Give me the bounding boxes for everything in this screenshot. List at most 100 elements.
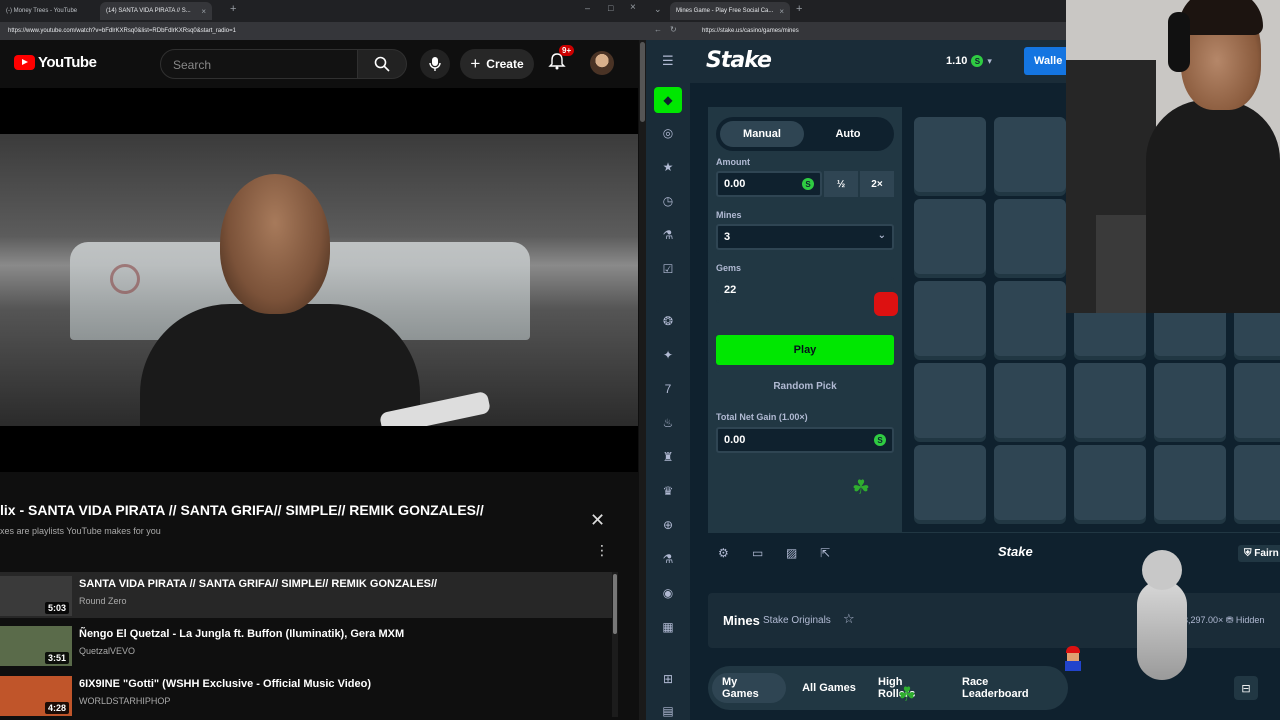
grid-icon[interactable]: ▦ [658,617,678,637]
maximize-icon[interactable]: □ [608,3,613,13]
new-tab-icon[interactable]: + [796,3,802,15]
tab-race-leaderboard[interactable]: Race Leaderboard [952,673,1064,703]
microphone-icon [429,57,441,71]
youtube-logo[interactable]: YouTube [14,54,97,71]
popout-icon[interactable]: ⇱ [820,546,830,560]
mine-tile[interactable] [1234,445,1280,520]
channel-name[interactable]: WORLDSTARHIPHOP [79,696,170,706]
mine-tile[interactable] [914,199,986,274]
chat-icon[interactable]: ⊟ [1234,676,1258,700]
mine-tile[interactable] [914,117,986,192]
playlist-scroll-thumb[interactable] [613,574,617,634]
gift-icon[interactable]: ⊞ [658,669,678,689]
close-tab-icon[interactable]: × [201,7,206,16]
mine-tile[interactable] [1074,445,1146,520]
fairness-button[interactable]: ⛨ Fairn [1238,545,1280,562]
auto-tab[interactable]: Auto [806,121,890,147]
double-button[interactable]: 2× [860,171,894,197]
video-title[interactable]: 6IX9INE "Gotti" (WSHH Exclusive - Offici… [79,678,371,690]
mine-tile[interactable] [914,281,986,356]
amount-input[interactable]: 0.00 S [716,171,822,197]
play-button[interactable]: Play [716,335,894,365]
channel-name[interactable]: Round Zero [79,596,127,606]
crown-icon[interactable]: ♛ [658,481,678,501]
sports-icon[interactable]: ◎ [658,123,678,143]
fire-icon[interactable]: ♨ [658,413,678,433]
document-icon[interactable]: ▤ [658,701,678,720]
search-input[interactable]: Search [160,49,358,79]
video-title[interactable]: SANTA VIDA PIRATA // SANTA GRIFA// SIMPL… [79,578,437,590]
tab-all-games[interactable]: All Games [792,673,866,703]
playlist-item[interactable]: 5:03 SANTA VIDA PIRATA // SANTA GRIFA// … [0,572,612,618]
playlist-item[interactable]: 3:51 Ñengo El Quetzal - La Jungla ft. Bu… [0,622,612,668]
mine-tile[interactable] [994,445,1066,520]
mine-tile[interactable] [914,363,986,438]
net-gain-label: Total Net Gain (1.00×) [716,412,808,422]
video-duration: 4:28 [44,702,69,714]
game-info-card[interactable]: Mines Stake Originals ☆ 3,297.00× ⛃ Hidd… [708,593,1280,648]
roulette-icon[interactable]: ⊕ [658,515,678,535]
half-button[interactable]: ½ [824,171,858,197]
voice-search-button[interactable] [420,49,450,79]
reload-icon[interactable]: ↻ [670,25,677,34]
mine-tile[interactable] [994,199,1066,274]
video-player[interactable] [0,88,638,472]
create-button[interactable]: + Create [460,49,534,79]
stake-logo[interactable]: Stake [706,48,772,73]
favorite-star-icon[interactable]: ☆ [843,611,855,627]
sparkle-icon[interactable]: ✦ [658,345,678,365]
flask-icon[interactable]: ⚗ [658,225,678,245]
close-window-icon[interactable]: × [630,2,636,13]
tab-my-games[interactable]: My Games [712,673,786,703]
mines-select[interactable]: 3 ⌄ [716,224,894,250]
casino-icon[interactable]: ◆ [654,87,682,113]
theatre-mode-icon[interactable]: ▭ [752,546,763,560]
browser-tab-active[interactable]: Mines Game - Play Free Social Ca... × [670,2,790,20]
mine-tile[interactable] [1154,363,1226,438]
channel-name[interactable]: QuetzalVEVO [79,646,135,656]
slots-icon[interactable]: 7 [658,379,678,399]
mine-tile[interactable] [1154,445,1226,520]
url-text[interactable]: https://www.youtube.com/watch?v=bFdlrKXR… [8,25,646,37]
avatar[interactable] [590,51,614,75]
browser-tab[interactable]: (-) Money Trees - YouTube [0,2,98,20]
random-pick-button[interactable]: Random Pick [716,373,894,399]
net-gain-field: 0.00 S [716,427,894,453]
menu-icon[interactable]: ☰ [662,53,674,69]
mine-tile[interactable] [1074,363,1146,438]
page-scrollbar[interactable] [639,40,646,720]
back-icon[interactable]: ← [654,25,662,34]
browser-tab-active[interactable]: (14) SANTA VIDA PIRATA // S... × [100,2,212,20]
mine-tile[interactable] [994,363,1066,438]
close-tab-icon[interactable]: × [779,7,784,16]
mine-tile[interactable] [994,117,1066,192]
video-title[interactable]: Ñengo El Quetzal - La Jungla ft. Buffon … [79,628,404,640]
mine-tile[interactable] [1234,363,1280,438]
stats-icon[interactable]: ▨ [786,546,797,560]
address-bar[interactable]: https://www.youtube.com/watch?v=bFdlrKXR… [0,22,646,40]
manual-tab[interactable]: Manual [720,121,804,147]
playlist-item[interactable]: 4:28 6IX9INE "Gotti" (WSHH Exclusive - O… [0,672,612,718]
url-text[interactable]: https://stake.us/casino/games/mines [702,25,1002,37]
settings-icon[interactable]: ⚙ [718,546,729,560]
video-thumbnail[interactable]: 3:51 [0,626,72,666]
more-options-icon[interactable]: ⋮ [595,542,609,559]
mine-tile[interactable] [994,281,1066,356]
page-scroll-thumb[interactable] [640,42,645,122]
chip-icon[interactable]: ◉ [658,583,678,603]
balance-selector[interactable]: 1.10 S ▾ [946,47,992,75]
video-thumbnail[interactable]: 5:03 [0,576,72,616]
star-icon[interactable]: ★ [658,157,678,177]
originals-icon[interactable]: ❂ [658,311,678,331]
close-playlist-icon[interactable]: ✕ [590,510,605,531]
lab-icon[interactable]: ⚗ [658,549,678,569]
clock-icon[interactable]: ◷ [658,191,678,211]
tab-list-icon[interactable]: ⌄ [654,4,662,15]
minimize-icon[interactable]: – [585,3,590,13]
video-thumbnail[interactable]: 4:28 [0,676,72,716]
mine-tile[interactable] [914,445,986,520]
live-casino-icon[interactable]: ♜ [658,447,678,467]
checklist-icon[interactable]: ☑ [658,259,678,279]
new-tab-icon[interactable]: + [230,3,236,15]
search-button[interactable] [357,49,407,79]
